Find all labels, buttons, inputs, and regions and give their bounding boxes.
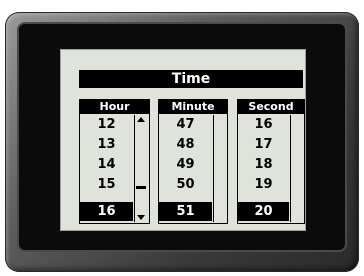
second-column-header: Second	[238, 100, 304, 114]
list-item[interactable]: 14	[80, 155, 133, 174]
list-item-selected[interactable]: 51	[159, 202, 212, 221]
list-item[interactable]: 18	[238, 155, 289, 174]
scroll-up-icon[interactable]	[137, 117, 145, 122]
list-item[interactable]: 49	[159, 155, 212, 174]
list-item[interactable]: 15	[80, 175, 133, 194]
display-screen: Time Hour 12 13 14 15 16 Minute 47 48 49…	[60, 49, 306, 231]
second-scrollbar[interactable]	[290, 115, 303, 222]
list-item[interactable]: 17	[238, 135, 289, 154]
list-item[interactable]: 19	[238, 175, 289, 194]
screen-title: Time	[79, 70, 303, 88]
hour-column: Hour 12 13 14 15 16	[79, 99, 150, 224]
hour-scrollbar[interactable]	[134, 115, 147, 222]
scroll-down-icon[interactable]	[137, 215, 145, 220]
list-item-selected[interactable]: 16	[80, 202, 133, 221]
list-item[interactable]: 12	[80, 115, 133, 134]
list-item[interactable]: 48	[159, 135, 212, 154]
list-item[interactable]: 16	[238, 115, 289, 134]
minute-column-header: Minute	[159, 100, 227, 114]
hour-column-header: Hour	[80, 100, 149, 114]
list-item[interactable]: 50	[159, 175, 212, 194]
second-column: Second 16 17 18 19 20	[237, 99, 305, 224]
list-item-selected[interactable]: 20	[238, 202, 289, 221]
minute-column: Minute 47 48 49 50 51	[158, 99, 228, 224]
list-item[interactable]: 47	[159, 115, 212, 134]
minute-scrollbar[interactable]	[213, 115, 226, 222]
list-item[interactable]: 13	[80, 135, 133, 154]
scroll-thumb[interactable]	[136, 186, 146, 189]
